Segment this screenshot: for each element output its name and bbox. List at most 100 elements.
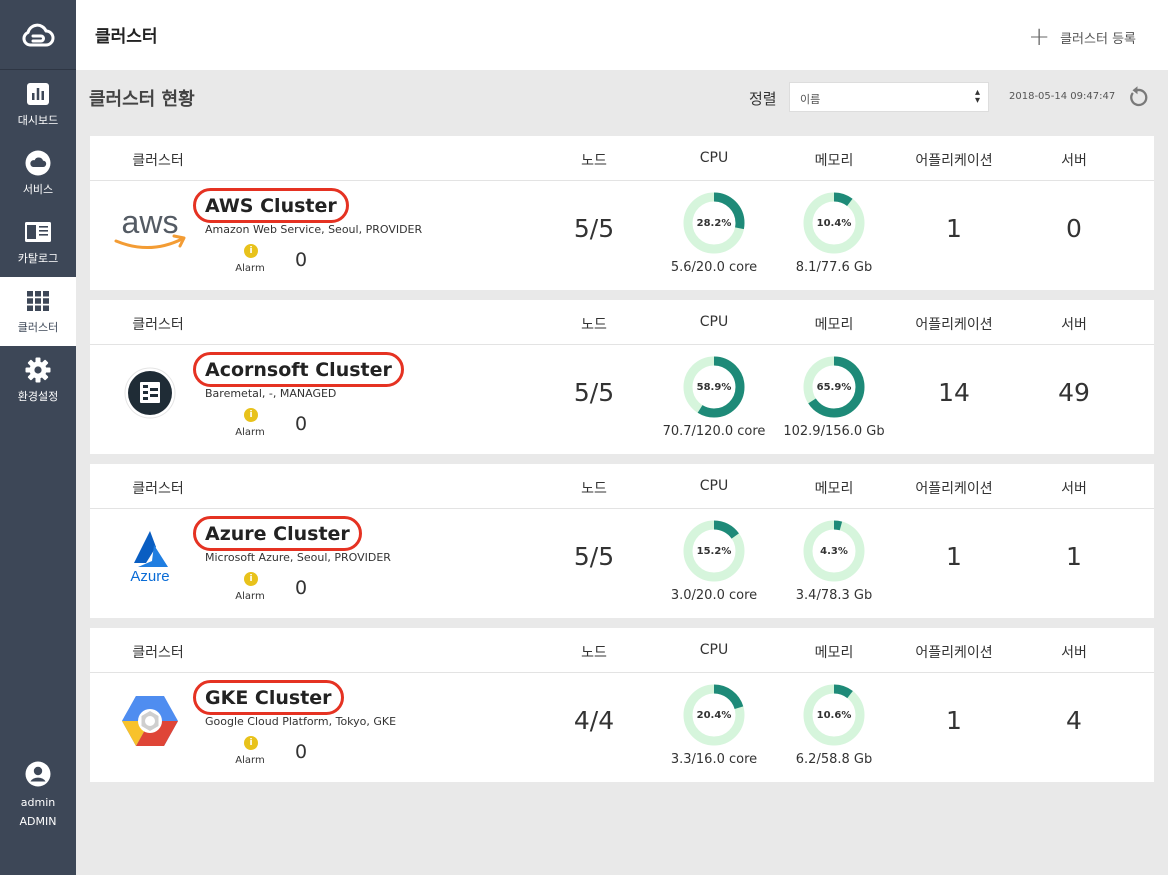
cluster-name-link[interactable]: GKE Cluster (193, 680, 344, 715)
memory-usage: 102.9/156.0 Gb (783, 424, 885, 439)
cluster-card-header: 클러스터 노드 CPU 메모리 어플리케이션 서버 (90, 300, 1154, 345)
col-apps-header: 어플리케이션 (915, 317, 993, 333)
app-logo[interactable] (0, 0, 76, 70)
col-cluster-header: 클러스터 (132, 153, 184, 169)
cluster-description: Baremetal, -, MANAGED (205, 387, 337, 400)
cluster-card[interactable]: 클러스터 노드 CPU 메모리 어플리케이션 서버 aws AWS Cluster Amazon… (90, 136, 1154, 290)
register-cluster-button[interactable]: + 클러스터 등록 (1028, 22, 1136, 52)
cluster-card[interactable]: 클러스터 노드 CPU 메모리 어플리케이션 서버 Acornsoft Cluster Bar… (90, 300, 1154, 454)
alarm-info-icon: i (244, 408, 258, 422)
section-title: 클러스터 현황 (89, 89, 195, 110)
application-count[interactable]: 1 (946, 214, 962, 243)
cpu-donut-percent: 15.2% (696, 545, 732, 557)
application-count[interactable]: 1 (946, 706, 962, 735)
alarm-info-icon: i (244, 736, 258, 750)
cluster-logo (110, 683, 190, 758)
baremetal-server-icon (124, 367, 176, 418)
col-memory-header: 메모리 (814, 317, 854, 333)
node-count: 5/5 (573, 542, 615, 571)
cluster-name-link[interactable]: Acornsoft Cluster (193, 352, 404, 387)
page-title: 클러스터 (95, 27, 158, 47)
memory-donut-percent: 10.4% (816, 217, 852, 229)
server-count[interactable]: 1 (1066, 542, 1082, 571)
user-role: ADMIN (19, 815, 57, 828)
alarm-label: Alarm (235, 755, 265, 766)
application-count[interactable]: 14 (938, 378, 970, 407)
col-cpu-header: CPU (699, 642, 729, 658)
col-nodes-header: 노드 (581, 153, 607, 169)
sort-label: 정렬 (749, 90, 777, 108)
cluster-card-body: Azure Azure Cluster Microsoft Azure, Seoul… (90, 509, 1154, 618)
cpu-donut: 20.4% (682, 683, 746, 747)
col-apps-header: 어플리케이션 (915, 481, 993, 497)
alarm-label: Alarm (235, 591, 265, 602)
sidebar-item-dashboard[interactable]: 대시보드 (0, 70, 76, 139)
cluster-card[interactable]: 클러스터 노드 CPU 메모리 어플리케이션 서버 Azure Azure Cluster Mi… (90, 464, 1154, 618)
sidebar-item-settings[interactable]: 환경설정 (0, 346, 76, 415)
col-apps-header: 어플리케이션 (915, 645, 993, 661)
cluster-logo: Azure (110, 519, 190, 594)
alarm-label: Alarm (235, 427, 265, 438)
user-profile[interactable]: admin ADMIN (0, 761, 76, 831)
memory-donut: 65.9% (802, 355, 866, 419)
col-cpu-header: CPU (699, 150, 729, 166)
sidebar-item-service[interactable]: 서비스 (0, 139, 76, 208)
sidebar-item-cluster[interactable]: 클러스터 (0, 277, 76, 346)
user-name: admin (20, 796, 56, 809)
col-servers-header: 서버 (1061, 645, 1087, 661)
server-count[interactable]: 49 (1058, 378, 1090, 407)
gke-logo-icon (122, 695, 178, 746)
user-avatar-icon (0, 761, 76, 787)
refresh-button[interactable] (1126, 85, 1150, 113)
alarm-count[interactable]: 0 (295, 413, 307, 435)
plus-icon: + (1028, 22, 1051, 52)
cluster-card[interactable]: 클러스터 노드 CPU 메모리 어플리케이션 서버 GKE Cluster Google Cl… (90, 628, 1154, 782)
server-count[interactable]: 4 (1066, 706, 1082, 735)
sidebar: 대시보드 서비스 카탈로그 클러스터 환경설정 admin ADMIN (0, 0, 76, 875)
alarm-count[interactable]: 0 (295, 577, 307, 599)
col-servers-header: 서버 (1061, 153, 1087, 169)
memory-usage: 6.2/58.8 Gb (795, 752, 873, 767)
alarm-label: Alarm (235, 263, 265, 274)
memory-usage: 8.1/77.6 Gb (795, 260, 873, 275)
server-count[interactable]: 0 (1066, 214, 1082, 243)
cluster-card-body: aws AWS Cluster Amazon Web Service, Seoul,… (90, 181, 1154, 290)
sort-select[interactable]: 이름 ▴ ▾ (789, 82, 989, 112)
azure-logo-icon: Azure (130, 530, 170, 585)
cluster-logo: aws (110, 191, 190, 266)
bar-chart-icon (26, 81, 50, 107)
cpu-donut: 15.2% (682, 519, 746, 583)
cluster-card-header: 클러스터 노드 CPU 메모리 어플리케이션 서버 (90, 136, 1154, 181)
sidebar-item-catalog[interactable]: 카탈로그 (0, 208, 76, 277)
svg-text:aws: aws (122, 204, 179, 240)
cpu-donut-percent: 20.4% (696, 709, 732, 721)
sidebar-item-label: 환경설정 (17, 390, 59, 403)
select-arrows-icon: ▴ ▾ (974, 87, 980, 106)
cluster-description: Google Cloud Platform, Tokyo, GKE (205, 715, 397, 728)
col-cpu-header: CPU (699, 478, 729, 494)
memory-donut-percent: 65.9% (816, 381, 852, 393)
alarm-count[interactable]: 0 (295, 741, 307, 763)
sidebar-item-label: 서비스 (22, 183, 54, 196)
cloud-logo-icon (22, 23, 55, 46)
memory-usage: 3.4/78.3 Gb (795, 588, 873, 603)
application-count[interactable]: 1 (946, 542, 962, 571)
col-memory-header: 메모리 (814, 481, 854, 497)
col-nodes-header: 노드 (581, 645, 607, 661)
memory-donut-percent: 4.3% (820, 545, 848, 557)
col-nodes-header: 노드 (581, 317, 607, 333)
col-memory-header: 메모리 (814, 153, 854, 169)
cluster-name-link[interactable]: Azure Cluster (193, 516, 362, 551)
gear-icon (25, 357, 51, 383)
alarm-count[interactable]: 0 (295, 249, 307, 271)
col-servers-header: 서버 (1061, 317, 1087, 333)
node-count: 5/5 (573, 214, 615, 243)
cluster-name-link[interactable]: AWS Cluster (193, 188, 349, 223)
cluster-card-body: GKE Cluster Google Cloud Platform, Tokyo,… (90, 673, 1154, 782)
node-count: 4/4 (573, 706, 615, 735)
cpu-donut: 58.9% (682, 355, 746, 419)
cluster-card-header: 클러스터 노드 CPU 메모리 어플리케이션 서버 (90, 464, 1154, 509)
sort-select-value: 이름 (800, 93, 821, 106)
col-nodes-header: 노드 (581, 481, 607, 497)
page-header: 클러스터 + 클러스터 등록 (76, 0, 1168, 70)
